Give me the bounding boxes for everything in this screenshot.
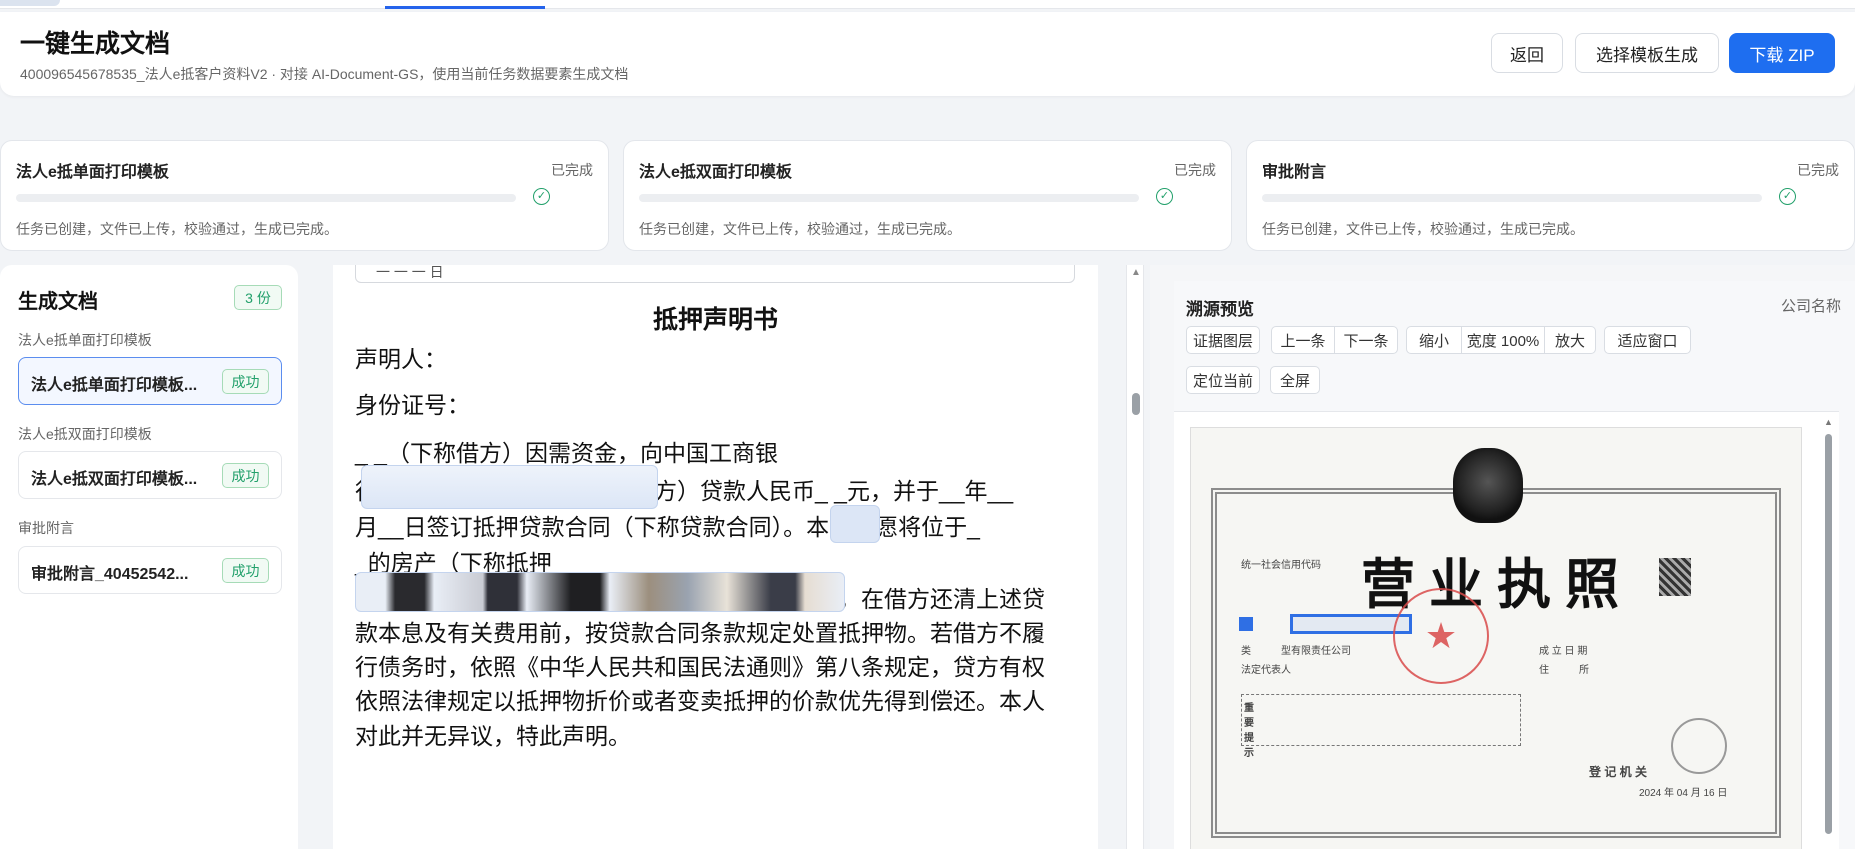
previous-section-box: 一 一 一 日 [355,265,1075,283]
panel-scrollbar[interactable]: ▲ [1126,265,1144,849]
status-card-single: 法人e抵单面打印模板 已完成 ✓ 任务已创建，文件已上传，校验通过，生成已完成。 [0,140,609,251]
evidence-marker[interactable] [1239,617,1253,631]
card-progress-bar [1262,194,1762,202]
choose-template-button[interactable]: 选择模板生成 [1575,33,1719,73]
doc-item-double[interactable]: 法人e抵双面打印模板... 成功 [18,451,282,499]
type-label: 类 型 [1241,646,1291,657]
group-label-single: 法人e抵单面打印模板 [18,332,152,348]
card-progress-bar [639,194,1139,202]
check-circle-icon: ✓ [1156,188,1173,205]
success-tag: 成功 [222,558,269,583]
page-subtitle: 400096545678535_法人e抵客户资料V2 · 对接 AI-Docum… [20,66,629,82]
scroll-up-icon[interactable]: ▲ [1131,267,1141,278]
doc-line: _ _（下称借方）因需资金，向中国工商银 [355,440,778,466]
doc-item-name: 法人e抵单面打印模板... [31,377,198,394]
trace-title: 溯源预览 [1186,300,1254,319]
active-tab-indicator [385,6,545,9]
doc-item-name: 法人e抵双面打印模板... [31,471,198,488]
fullscreen-button[interactable]: 全屏 [1270,366,1320,394]
check-circle-icon: ✓ [533,188,550,205]
group-label-double: 法人e抵双面打印模板 [18,426,152,442]
scroll-thumb[interactable] [1132,393,1140,415]
zoom-out-button[interactable]: 缩小 [1406,326,1462,354]
doc-line-id-number: 身份证号： [355,392,470,418]
preview-scrollbar[interactable]: ▲ [1822,417,1834,845]
doc-line: 依照法律规定以抵押物折价或者变卖抵押的价款优先得到偿还。本人 [355,688,1045,714]
back-button[interactable]: 返回 [1491,33,1563,73]
doc-count-badge: 3 份 [234,285,282,310]
card-description: 任务已创建，文件已上传，校验通过，生成已完成。 [16,221,338,237]
red-seal-icon: ★ [1393,588,1489,684]
doc-item-name: 审批附言_40452542... [31,566,189,583]
type-value: 有限责任公司 [1291,646,1351,657]
established-label: 成 立 日 期 [1539,646,1588,657]
doc-line: 款本息及有关费用前，按贷款合同条款规定处置抵押物。若借方不履 [355,620,1045,646]
doc-line-declarant: 声明人： [355,346,447,372]
success-tag: 成功 [222,463,269,488]
sidebar-title: 生成文档 [18,291,98,313]
card-title: 法人e抵单面打印模板 [16,164,169,181]
notice-label: 重要提示 [1244,703,1254,759]
tab-corner [0,0,60,6]
doc-item-single[interactable]: 法人e抵单面打印模板... 成功 [18,357,282,405]
redacted-amount-field[interactable] [830,505,880,543]
document-title: 抵押声明书 [652,306,778,334]
top-tab-strip [0,0,1855,9]
legal-rep-label: 法定代表人 [1241,665,1291,676]
page-title: 一键生成文档 [20,30,171,58]
status-card-double: 法人e抵双面打印模板 已完成 ✓ 任务已创建，文件已上传，校验通过，生成已完成。 [623,140,1232,251]
business-license-image: 营业执照 统一社会信用代码 类 型 有限责任公司 法定代表人 成 立 日 期 住… [1190,427,1802,849]
address-label: 住 所 [1539,665,1589,676]
next-button[interactable]: 下一条 [1334,326,1398,354]
trace-panel: 溯源预览 公司名称 证据图层 上一条 下一条 缩小 宽度 100% 放大 适应窗… [1150,265,1855,849]
card-description: 任务已创建，文件已上传，校验通过，生成已完成。 [1262,221,1584,237]
card-title: 审批附言 [1262,164,1327,181]
doc-line: 行债务时，依照《中华人民共和国民法通则》第八条规定，贷方有权 [355,654,1045,680]
document-preview: 一 一 一 日 抵押声明书 声明人： 身份证号： _ _（下称借方）因需资金，向… [333,265,1098,849]
trace-preview-container: 溯源预览 公司名称 证据图层 上一条 下一条 缩小 宽度 100% 放大 适应窗… [1174,281,1855,849]
success-tag: 成功 [222,369,269,394]
page-header: 一键生成文档 400096545678535_法人e抵客户资料V2 · 对接 A… [0,12,1855,96]
fit-window-button[interactable]: 适应窗口 [1604,326,1691,354]
card-title: 法人e抵双面打印模板 [639,164,792,181]
scroll-thumb[interactable] [1825,434,1832,834]
status-card-approval: 审批附言 已完成 ✓ 任务已创建，文件已上传，校验通过，生成已完成。 [1246,140,1855,251]
scroll-up-icon[interactable]: ▲ [1824,417,1833,427]
evidence-image-viewer[interactable]: 营业执照 统一社会信用代码 类 型 有限责任公司 法定代表人 成 立 日 期 住… [1174,411,1839,849]
card-status: 已完成 [1174,162,1216,178]
group-label-approval: 审批附言 [18,520,74,536]
qr-code-icon [1659,558,1691,596]
card-status: 已完成 [1797,162,1839,178]
license-date: 2024 年 04 月 16 日 [1639,788,1728,799]
authority-label: 登 记 机 关 [1589,765,1648,779]
check-circle-icon: ✓ [1779,188,1796,205]
redacted-borrower-field[interactable] [361,465,658,509]
redacted-address-field[interactable] [355,572,845,612]
previous-section-fragment: 一 一 一 日 [376,265,444,280]
doc-item-approval[interactable]: 审批附言_40452542... 成功 [18,546,282,594]
national-emblem-icon [1453,448,1523,523]
locate-current-button[interactable]: 定位当前 [1186,366,1260,394]
prev-button[interactable]: 上一条 [1271,326,1335,354]
card-status: 已完成 [551,162,593,178]
important-notice-box: 重要提示 [1241,694,1521,759]
credit-code-label: 统一社会信用代码 [1241,560,1321,571]
generated-docs-sidebar: 生成文档 3 份 法人e抵单面打印模板 法人e抵单面打印模板... 成功 法人e… [0,265,298,849]
card-progress-bar [16,194,516,202]
company-name-label: 公司名称 [1780,298,1841,315]
zoom-in-button[interactable]: 放大 [1544,326,1596,354]
doc-line: 月__日签订抵押贷款合同（下称贷款合同）。本人自愿将位于_ [355,514,980,540]
doc-line: 对此并无异议，特此声明。 [355,723,631,749]
download-zip-button[interactable]: 下载 ZIP [1729,33,1835,73]
registration-seal-icon [1671,718,1727,774]
width-100-button[interactable]: 宽度 100% [1461,326,1545,354]
evidence-layer-button[interactable]: 证据图层 [1186,326,1260,354]
card-description: 任务已创建，文件已上传，校验通过，生成已完成。 [639,221,961,237]
